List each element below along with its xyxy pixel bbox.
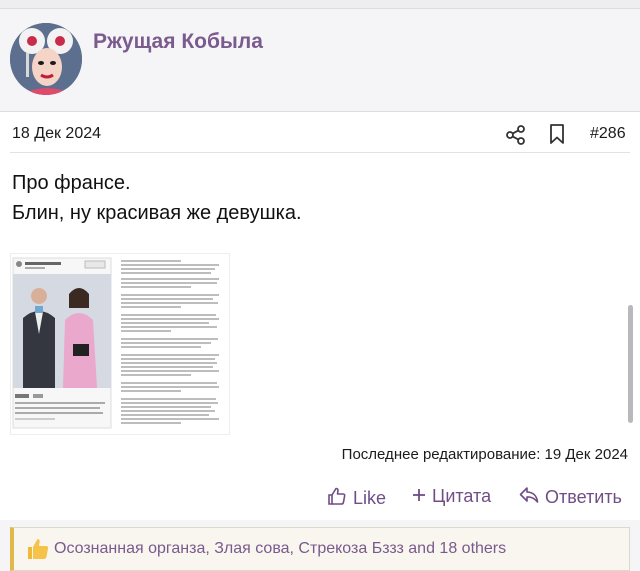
quote-label: Цитата	[432, 486, 492, 506]
post-date[interactable]: 18 Дек 2024	[12, 125, 101, 143]
post-author-header: Ржущая Кобыла	[0, 9, 640, 110]
like-button[interactable]: Like	[327, 486, 386, 511]
bookmark-icon[interactable]	[547, 123, 567, 145]
quote-button[interactable]: Цитата	[412, 486, 491, 507]
scrollbar[interactable]	[628, 305, 633, 423]
share-icon[interactable]	[505, 124, 527, 146]
reply-icon	[519, 486, 539, 509]
post-body: 18 Дек 2024 #286 Про франсе. Блин, ну кр…	[0, 111, 640, 520]
reply-label: Ответить	[545, 487, 622, 507]
username[interactable]: Ржущая Кобыла	[93, 30, 263, 54]
reply-button[interactable]: Ответить	[519, 486, 622, 509]
thumbs-up-reaction-icon	[26, 537, 50, 561]
attached-image[interactable]	[10, 253, 230, 435]
plus-icon	[412, 486, 426, 507]
divider	[10, 152, 630, 153]
last-edited-label: Последнее редактирование: 19 Дек 2024	[341, 446, 628, 463]
top-bar	[0, 0, 640, 9]
reactions-bar[interactable]: Осознанная органза, Злая сова, Стрекоза …	[10, 527, 630, 571]
like-label: Like	[353, 488, 387, 508]
avatar[interactable]	[10, 23, 82, 95]
message-line: Блин, ну красивая же девушка.	[12, 202, 302, 224]
reactions-text[interactable]: Осознанная органза, Злая сова, Стрекоза …	[54, 540, 506, 558]
thumbs-up-icon	[327, 486, 347, 511]
post-number-link[interactable]: #286	[590, 125, 626, 143]
message-line: Про франсе.	[12, 172, 131, 194]
post-message: Про франсе. Блин, ну красивая же девушка…	[12, 168, 302, 228]
